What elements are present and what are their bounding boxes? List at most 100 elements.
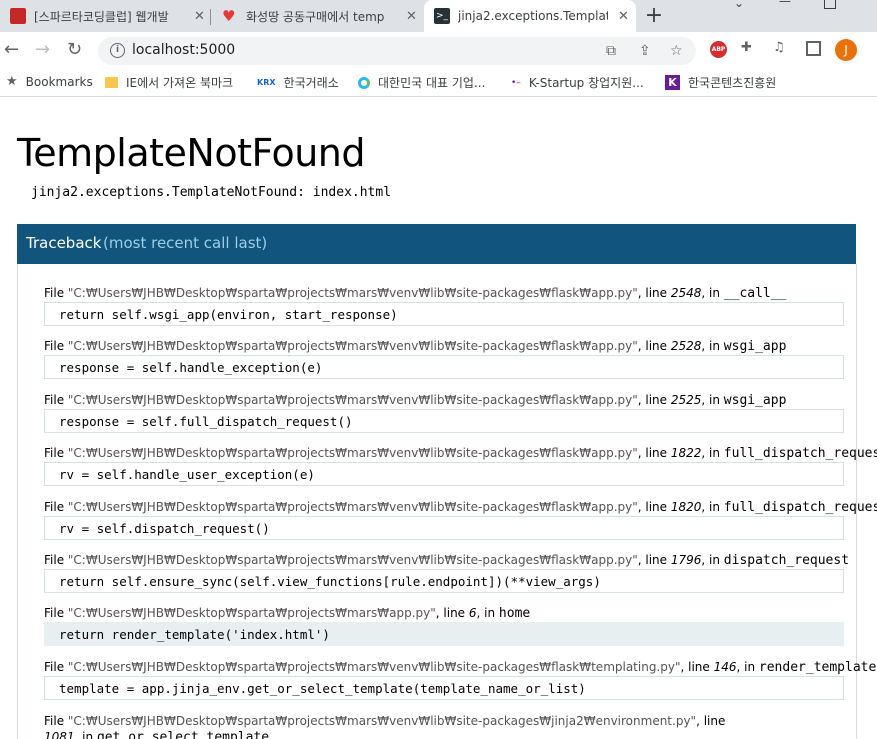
- frame-file-path: "C:₩Users₩JHB₩Desktop₩sparta₩projects₩ma…: [67, 659, 681, 674]
- tab-jinja-error[interactable]: >_ jinja2.exceptions.Template ✕: [424, 0, 636, 32]
- back-icon[interactable]: ←: [4, 40, 19, 60]
- new-tab-icon[interactable]: +: [644, 3, 664, 28]
- frame-label: , line: [637, 553, 671, 567]
- frame-line-number: 2548: [670, 286, 702, 300]
- minimize-icon[interactable]: —: [779, 0, 791, 8]
- frame-label: , line: [435, 606, 469, 621]
- share-icon[interactable]: ⇪: [639, 43, 651, 59]
- frame-location: File "C:₩Users₩JHB₩Desktop₩sparta₩projec…: [44, 286, 786, 301]
- frame-line-number: 2525: [670, 392, 702, 407]
- frame-location: File "C:₩Users₩JHB₩Desktop₩sparta₩projec…: [44, 339, 786, 354]
- bookmark-label: 한국콘텐츠진흥원: [688, 76, 777, 90]
- frame-line-number: 1822: [670, 446, 702, 461]
- frame-file-path: "C:₩Users₩JHB₩Desktop₩sparta₩projects₩ma…: [67, 286, 638, 300]
- frame-location: File "C:₩Users₩JHB₩Desktop₩sparta₩projec…: [44, 713, 744, 739]
- frame-label: , in: [74, 730, 97, 739]
- close-tab-icon[interactable]: ✕: [194, 9, 205, 24]
- frame-source-line[interactable]: rv = self.handle_user_exception(e): [44, 462, 844, 487]
- traceback-list: File "C:₩Users₩JHB₩Desktop₩sparta₩projec…: [17, 264, 877, 739]
- bookmark-label: K-Startup 창업지원...: [528, 76, 644, 90]
- forward-icon[interactable]: →: [35, 40, 50, 60]
- frame-label: File: [44, 499, 68, 514]
- frame-file-path: "C:₩Users₩JHB₩Desktop₩sparta₩projects₩ma…: [67, 606, 436, 621]
- frame-function-name: render_template: [758, 659, 877, 675]
- frame-label: , in: [736, 659, 759, 674]
- frame-location: File "C:₩Users₩JHB₩Desktop₩sparta₩projec…: [44, 660, 876, 675]
- frame-label: , line: [696, 714, 726, 729]
- adblock-icon[interactable]: ABP: [710, 41, 727, 58]
- frame-label: , line: [637, 446, 671, 461]
- frame-line-number: 2528: [670, 339, 702, 354]
- frame-label: File: [44, 286, 68, 300]
- frame-source-line[interactable]: template = app.jinja_env.get_or_select_t…: [44, 675, 844, 700]
- frame-source-line[interactable]: return render_template('index.html'): [44, 622, 844, 647]
- reload-icon[interactable]: ↻: [67, 40, 82, 60]
- frame-source-line[interactable]: return self.wsgi_app(environ, start_resp…: [44, 302, 844, 326]
- media-icon[interactable]: ♫: [773, 40, 785, 55]
- frame-line-number: 1081: [44, 730, 75, 739]
- bookmark-star-icon[interactable]: ☆: [670, 43, 683, 59]
- bookmark-label: Bookmarks: [25, 74, 93, 89]
- frame-function-name: home: [498, 606, 531, 622]
- translate-icon[interactable]: ⧉: [606, 43, 616, 59]
- frame-label: , in: [476, 606, 499, 621]
- bookmarks-bar: ★ Bookmarks IE에서 가져온 북마크 KRX 한국거래소 대한민국 …: [0, 68, 877, 97]
- frame-label: , line: [637, 499, 671, 514]
- frame-location: File "C:₩Users₩JHB₩Desktop₩sparta₩projec…: [44, 393, 786, 408]
- frame-function-name: get_or_select_template: [96, 730, 270, 739]
- bookmark-item[interactable]: ★ Bookmarks: [6, 74, 93, 89]
- frame-label: , in: [701, 553, 724, 567]
- frame-label: File: [44, 339, 68, 354]
- frame-function-name: full_dispatch_request: [723, 499, 877, 515]
- terminal-icon: >_: [434, 8, 450, 24]
- browser-toolbar: ← → ↻ i localhost:5000 ⧉ ⇪ ☆ ABP ✚ ♫ J: [0, 32, 877, 68]
- tab-sparta[interactable]: [스파르타코딩클럽] 웹개발 ✕: [0, 0, 210, 32]
- frame-line-number: 6: [468, 606, 477, 621]
- frame-function-name: full_dispatch_request: [723, 446, 877, 462]
- traceback-subtitle: (most recent call last): [103, 234, 268, 252]
- close-tab-icon[interactable]: ✕: [406, 9, 417, 24]
- frame-line-number: 146: [713, 659, 737, 674]
- frame-location: File "C:₩Users₩JHB₩Desktop₩sparta₩projec…: [44, 606, 530, 621]
- frame-source-line[interactable]: rv = self.dispatch_request(): [44, 515, 844, 540]
- frame-source-line[interactable]: return self.ensure_sync(self.view_functi…: [44, 569, 844, 593]
- side-panel-icon[interactable]: [806, 41, 821, 56]
- bookmark-item[interactable]: IE에서 가져온 북마크: [105, 74, 233, 91]
- site-info-icon[interactable]: i: [110, 43, 125, 58]
- frame-label: File: [44, 392, 68, 407]
- profile-avatar[interactable]: J: [835, 39, 857, 61]
- frame-file-path: "C:₩Users₩JHB₩Desktop₩sparta₩projects₩ma…: [67, 339, 638, 354]
- maximize-icon[interactable]: [824, 0, 836, 9]
- url-text: localhost:5000: [132, 42, 236, 58]
- error-page: TemplateNotFound jinja2.exceptions.Templ…: [0, 97, 877, 739]
- bookmark-item[interactable]: 대한민국 대표 기업...: [358, 74, 485, 91]
- page-title: TemplateNotFound: [17, 131, 366, 175]
- frame-location: File "C:₩Users₩JHB₩Desktop₩sparta₩projec…: [44, 500, 877, 515]
- frame-line-number: 1820: [670, 499, 702, 514]
- extensions-icon[interactable]: ✚: [741, 40, 752, 55]
- bookmark-item[interactable]: KRX 한국거래소: [257, 74, 339, 91]
- frame-label: , in: [701, 339, 724, 354]
- chevron-down-icon[interactable]: ⌄: [734, 0, 744, 10]
- krx-icon: KRX: [257, 78, 276, 87]
- bookmark-item[interactable]: K 한국콘텐츠진흥원: [665, 74, 776, 91]
- frame-label: , line: [637, 339, 671, 354]
- bookmark-item[interactable]: •– K-Startup 창업지원...: [511, 74, 644, 91]
- error-message: jinja2.exceptions.TemplateNotFound: inde…: [31, 185, 392, 200]
- bookmark-label: 대한민국 대표 기업...: [378, 76, 486, 90]
- tab-mars[interactable]: ♥ 화성땅 공동구매에서 temp ✕: [212, 0, 422, 32]
- close-tab-icon[interactable]: ✕: [618, 9, 629, 24]
- company-icon: [358, 76, 370, 89]
- frame-line-number: 1796: [670, 553, 702, 567]
- frame-file-path: "C:₩Users₩JHB₩Desktop₩sparta₩projects₩ma…: [67, 499, 638, 514]
- frame-file-path: "C:₩Users₩JHB₩Desktop₩sparta₩projects₩ma…: [67, 446, 638, 461]
- frame-source-line[interactable]: response = self.handle_exception(e): [44, 355, 844, 380]
- folder-icon: [105, 77, 118, 88]
- frame-label: , in: [701, 286, 724, 300]
- frame-source-line[interactable]: response = self.full_dispatch_request(): [44, 408, 844, 433]
- address-bar[interactable]: i localhost:5000 ⧉ ⇪ ☆: [98, 37, 696, 65]
- frame-label: , in: [701, 392, 724, 407]
- frame-label: , in: [701, 499, 724, 514]
- kstartup-icon: •–: [511, 77, 521, 88]
- book-icon: [10, 8, 26, 24]
